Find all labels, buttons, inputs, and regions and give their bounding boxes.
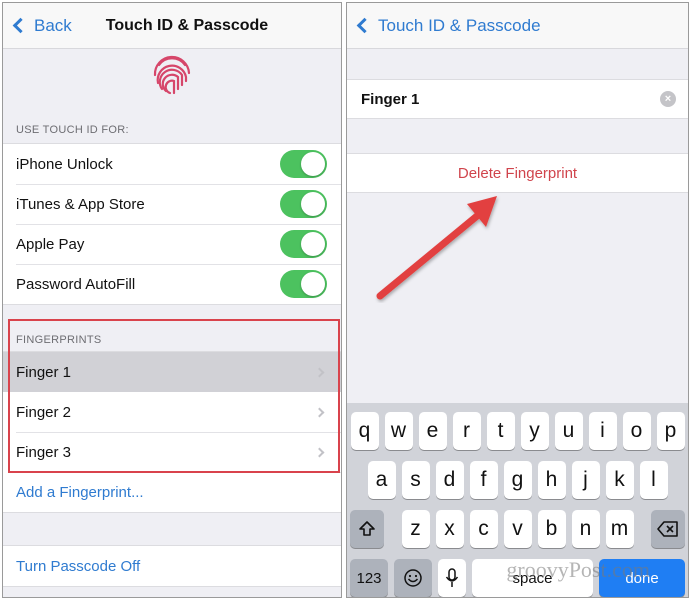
key-v[interactable]: v	[503, 510, 532, 548]
key-y[interactable]: y	[520, 412, 549, 450]
key-z[interactable]: z	[401, 510, 430, 548]
key-u[interactable]: u	[554, 412, 583, 450]
row-label: Password AutoFill	[16, 275, 136, 293]
row-label: Apple Pay	[16, 235, 85, 253]
emoji-key[interactable]	[394, 559, 432, 597]
key-o[interactable]: o	[622, 412, 651, 450]
key-t[interactable]: t	[486, 412, 515, 450]
touch-id-settings-screen: Back Touch ID & Passcode USE TOUCH ID FO…	[2, 2, 342, 598]
key-l[interactable]: l	[639, 461, 668, 499]
key-b[interactable]: b	[537, 510, 566, 548]
chevron-left-icon	[356, 17, 373, 34]
key-i[interactable]: i	[588, 412, 617, 450]
fingerprint-name-input[interactable]	[361, 90, 660, 108]
key-d[interactable]: d	[435, 461, 464, 499]
chevron-right-icon	[314, 367, 325, 377]
keyboard-row-4: 123 space done	[347, 559, 688, 597]
emoji-icon	[404, 569, 422, 587]
annotation-arrow	[376, 196, 497, 300]
add-fingerprint-link[interactable]: Add a Fingerprint...	[16, 484, 327, 501]
apple-pay-toggle[interactable]	[280, 230, 327, 258]
row-label: iTunes & App Store	[16, 195, 145, 213]
row-label: Finger 3	[16, 443, 72, 461]
clear-text-icon[interactable]: ×	[660, 91, 676, 107]
keyboard-row-2: asdfghjkl	[347, 461, 688, 499]
letter-keys: zxcvbnm	[401, 510, 634, 548]
delete-fingerprint-label: Delete Fingerprint	[457, 164, 578, 182]
back-button[interactable]: Back	[3, 16, 72, 36]
fingerprint-name-field-row: ×	[347, 79, 688, 119]
key-x[interactable]: x	[435, 510, 464, 548]
turn-passcode-off-row[interactable]: Turn Passcode Off	[3, 546, 341, 586]
fingerprint-icon	[153, 55, 191, 95]
numbers-key[interactable]: 123	[350, 559, 388, 597]
passcode-group: Turn Passcode Off	[3, 545, 341, 587]
fingerprints-section-header: FINGERPRINTS	[16, 334, 102, 346]
back-label: Back	[34, 15, 72, 35]
row-label: iPhone Unlock	[16, 155, 113, 173]
backspace-icon	[657, 521, 678, 537]
back-button[interactable]: Touch ID & Passcode	[347, 16, 541, 36]
key-q[interactable]: q	[350, 412, 379, 450]
key-g[interactable]: g	[503, 461, 532, 499]
row-label: Finger 1	[16, 363, 72, 381]
key-s[interactable]: s	[401, 461, 430, 499]
chevron-right-icon	[314, 447, 325, 457]
turn-passcode-off-link[interactable]: Turn Passcode Off	[16, 558, 327, 575]
navigation-bar: Back Touch ID & Passcode	[3, 3, 341, 49]
backspace-key[interactable]	[650, 510, 685, 548]
key-n[interactable]: n	[571, 510, 600, 548]
fingerprint-row-finger-2[interactable]: Finger 2	[3, 392, 341, 432]
chevron-right-icon	[314, 407, 325, 417]
itunes-app-store-toggle[interactable]	[280, 190, 327, 218]
fingerprint-detail-screen: Touch ID & Passcode × Delete Fingerprint…	[346, 2, 689, 598]
touch-id-row-password-autofill: Password AutoFill	[3, 264, 341, 304]
fingerprint-row-finger-3[interactable]: Finger 3	[3, 432, 341, 472]
key-a[interactable]: a	[367, 461, 396, 499]
key-h[interactable]: h	[537, 461, 566, 499]
key-j[interactable]: j	[571, 461, 600, 499]
fingerprints-group: Finger 1 Finger 2 Finger 3 Add a Fingerp…	[3, 351, 341, 513]
add-fingerprint-row[interactable]: Add a Fingerprint...	[3, 472, 341, 512]
shift-key[interactable]	[350, 510, 385, 548]
password-autofill-toggle[interactable]	[280, 270, 327, 298]
microphone-icon	[445, 568, 459, 587]
key-e[interactable]: e	[418, 412, 447, 450]
shift-icon	[359, 521, 375, 536]
key-k[interactable]: k	[605, 461, 634, 499]
touch-id-row-iphone-unlock: iPhone Unlock	[3, 144, 341, 184]
fingerprint-row-finger-1[interactable]: Finger 1	[3, 352, 341, 392]
key-f[interactable]: f	[469, 461, 498, 499]
keyboard-row-3: zxcvbnm	[347, 510, 688, 548]
touch-id-section-header: USE TOUCH ID FOR:	[16, 124, 129, 136]
key-m[interactable]: m	[605, 510, 634, 548]
space-key[interactable]: space	[472, 559, 593, 597]
chevron-left-icon	[12, 17, 29, 34]
dictation-key[interactable]	[438, 559, 466, 597]
touch-id-options-group: iPhone Unlock iTunes & App Store Apple P…	[3, 143, 341, 305]
key-c[interactable]: c	[469, 510, 498, 548]
touch-id-row-itunes: iTunes & App Store	[3, 184, 341, 224]
navigation-bar: Touch ID & Passcode	[347, 3, 688, 49]
key-r[interactable]: r	[452, 412, 481, 450]
done-key[interactable]: done	[599, 559, 685, 597]
iphone-unlock-toggle[interactable]	[280, 150, 327, 178]
delete-fingerprint-button[interactable]: Delete Fingerprint	[347, 153, 688, 193]
key-w[interactable]: w	[384, 412, 413, 450]
keyboard-row-1: qwertyuiop	[347, 412, 688, 450]
back-label: Touch ID & Passcode	[378, 15, 541, 35]
keyboard: qwertyuiop asdfghjkl zxcvbnm 123 space d…	[347, 403, 688, 597]
row-label: Finger 2	[16, 403, 72, 421]
key-p[interactable]: p	[656, 412, 685, 450]
touch-id-row-apple-pay: Apple Pay	[3, 224, 341, 264]
